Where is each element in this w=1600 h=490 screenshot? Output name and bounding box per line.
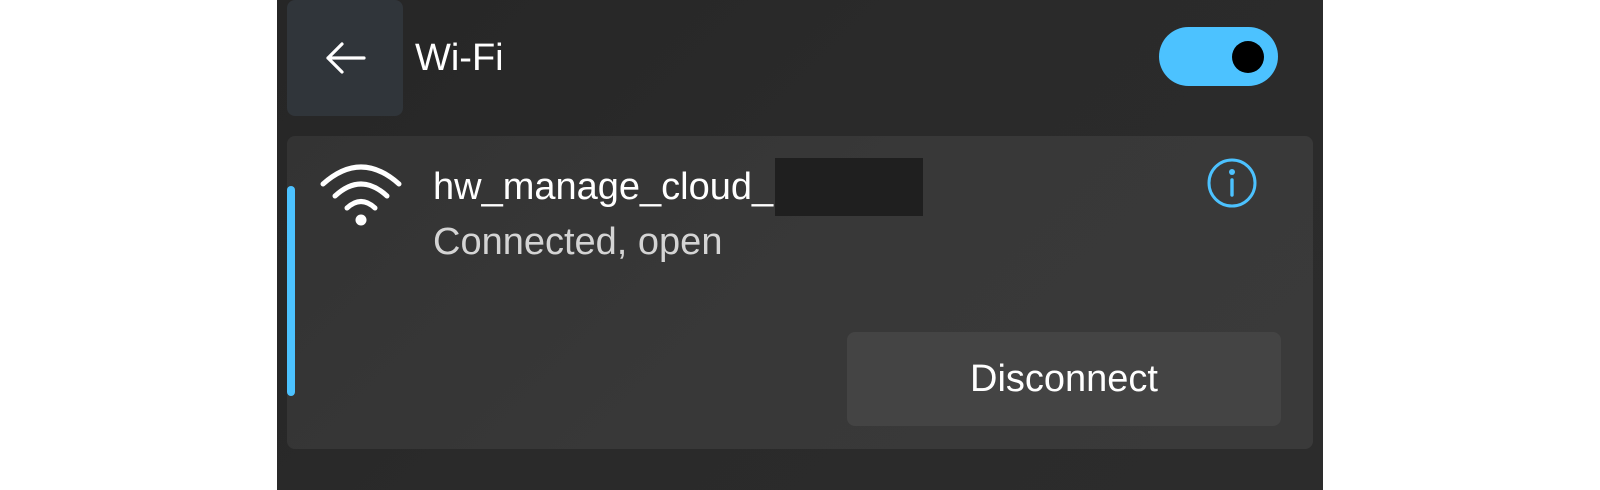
toggle-knob xyxy=(1232,41,1264,73)
wifi-flyout-panel: Wi-Fi hw_manage_cloud_ Connected, open D… xyxy=(277,0,1323,490)
selection-indicator xyxy=(287,186,295,396)
network-name: hw_manage_cloud_ xyxy=(433,158,924,216)
network-card[interactable]: hw_manage_cloud_ Connected, open Disconn… xyxy=(287,136,1313,449)
network-status: Connected, open xyxy=(433,221,723,263)
info-icon[interactable] xyxy=(1205,156,1259,210)
page-title: Wi-Fi xyxy=(415,37,504,79)
back-button[interactable] xyxy=(287,0,403,116)
wifi-toggle[interactable] xyxy=(1159,27,1278,86)
network-name-text: hw_manage_cloud_ xyxy=(433,166,774,208)
arrow-left-icon xyxy=(326,42,366,74)
disconnect-button[interactable]: Disconnect xyxy=(847,332,1281,426)
wifi-signal-icon xyxy=(320,164,402,226)
redacted-block xyxy=(775,158,924,216)
